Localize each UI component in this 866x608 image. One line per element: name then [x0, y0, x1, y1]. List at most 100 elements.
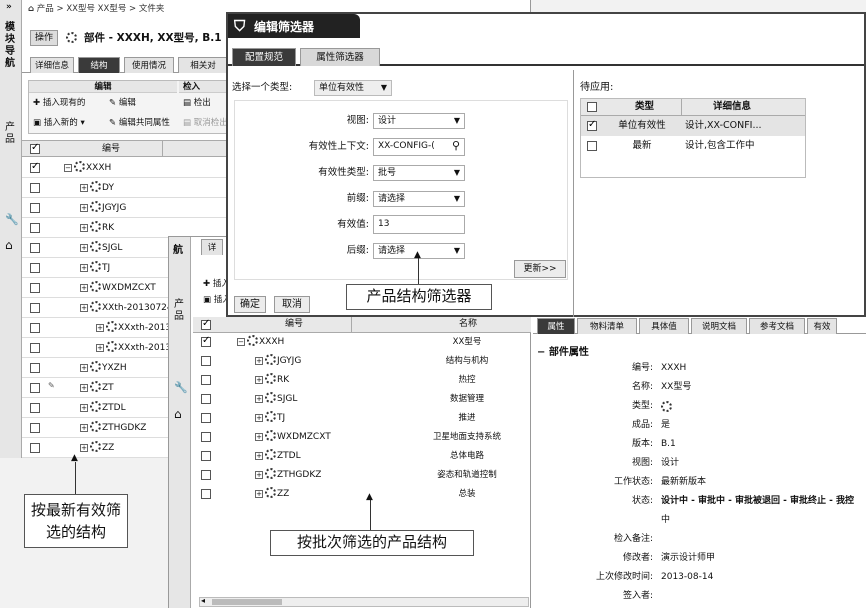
right-tab[interactable]: 参考文档	[749, 318, 805, 334]
wrench-icon[interactable]: 🔧	[5, 213, 19, 226]
prefix-select[interactable]: 请选择 ▼	[373, 191, 465, 207]
checkout-button[interactable]: ▤ 检出	[183, 96, 211, 108]
row-checkbox[interactable]	[201, 394, 211, 404]
table-row[interactable]: + ZTHGDKZ 姿态和轨道控制	[193, 466, 531, 485]
tree-node[interactable]: + JGYJG	[80, 199, 126, 217]
row-checkbox[interactable]	[201, 451, 211, 461]
expand-icon[interactable]: +	[255, 357, 263, 365]
module-nav-label[interactable]: 模块导航	[5, 22, 17, 70]
view-select[interactable]: 设计 ▼	[373, 113, 465, 129]
expand-icon[interactable]: +	[255, 471, 263, 479]
tree-node[interactable]: + YXZH	[80, 359, 127, 377]
expand-icon[interactable]: −	[237, 338, 245, 346]
home-icon[interactable]: ⌂	[5, 238, 13, 252]
breadcrumb-text[interactable]: 产品 > XX型号 XX型号 > 文件夹	[37, 4, 165, 14]
front-header-number[interactable]: 编号	[285, 317, 303, 332]
expand-icon[interactable]: +	[80, 244, 88, 252]
tree-node[interactable]: + RK	[80, 219, 114, 237]
tree-node[interactable]: + ZTDL	[80, 399, 126, 417]
tree-node[interactable]: + WXDMZCXT	[80, 279, 156, 297]
expand-icon[interactable]: +	[80, 304, 88, 312]
expand-icon[interactable]: +	[255, 433, 263, 441]
expand-icon[interactable]: +	[80, 184, 88, 192]
tab-usage[interactable]: 使用情况	[124, 57, 174, 73]
expand-icon[interactable]: +	[96, 324, 104, 332]
row-checkbox[interactable]	[30, 343, 40, 353]
front-product-label[interactable]: 产品	[174, 299, 186, 323]
row-checkbox[interactable]	[30, 283, 40, 293]
tab-attr-filter[interactable]: 属性筛选器	[300, 48, 380, 66]
pending-row[interactable]: 单位有效性 设计,XX-CONFI...	[581, 116, 805, 136]
front-hscrollbar[interactable]: ◂	[199, 596, 529, 607]
tree-node[interactable]: + ZT	[80, 379, 114, 397]
row-checkbox[interactable]	[30, 161, 40, 173]
expand-icon[interactable]: +	[255, 490, 263, 498]
tree-node[interactable]: + SJGL	[255, 390, 297, 408]
expand-icon[interactable]: +	[80, 204, 88, 212]
search-icon[interactable]: ⚲	[452, 139, 460, 153]
table-row[interactable]: + TJ 推进	[193, 409, 531, 428]
pending-select-all-checkbox[interactable]	[587, 102, 597, 112]
expand-icon[interactable]: +	[80, 284, 88, 292]
pending-row[interactable]: 最新 设计,包含工作中	[581, 136, 805, 156]
tree-node[interactable]: − XXXH	[64, 159, 111, 177]
expand-icon[interactable]: +	[255, 395, 263, 403]
row-checkbox[interactable]	[30, 303, 40, 313]
right-tab[interactable]: 有效	[807, 318, 837, 334]
tree-node[interactable]: + TJ	[255, 409, 285, 427]
tree-node[interactable]: + JGYJG	[255, 352, 301, 370]
scroll-left-icon[interactable]: ◂	[201, 596, 205, 605]
tree-node[interactable]: + ZTHGDKZ	[80, 419, 146, 437]
tree-node[interactable]: + DY	[80, 179, 114, 197]
expand-icon[interactable]: +	[80, 224, 88, 232]
row-checkbox[interactable]	[201, 356, 211, 366]
home-crumb-icon[interactable]: ⌂	[28, 4, 34, 14]
front-nav-label[interactable]: 航	[173, 241, 183, 256]
expand-icon[interactable]: +	[80, 384, 88, 392]
tab-structure[interactable]: 结构	[78, 57, 120, 73]
pending-col-detail[interactable]: 详细信息	[713, 99, 751, 115]
table-row[interactable]: + ZTDL 总体电路	[193, 447, 531, 466]
row-checkbox[interactable]	[30, 403, 40, 413]
row-checkbox[interactable]	[30, 383, 40, 393]
front-tab-detail[interactable]: 详	[201, 239, 223, 255]
table-row[interactable]: + SJGL 数据管理	[193, 390, 531, 409]
front-header-name[interactable]: 名称	[459, 317, 477, 332]
expand-icon[interactable]: −	[64, 164, 72, 172]
expand-icon[interactable]: +	[255, 452, 263, 460]
scroll-thumb[interactable]	[212, 599, 282, 605]
row-checkbox[interactable]	[201, 470, 211, 480]
tree-node[interactable]: + XXxth-20130	[96, 319, 177, 337]
more-button[interactable]: 更新>>	[514, 260, 566, 278]
tab-detail[interactable]: 详细信息	[30, 57, 74, 73]
tree-node[interactable]: + RK	[255, 371, 289, 389]
expand-icon[interactable]: +	[80, 444, 88, 452]
expand-icon[interactable]: +	[80, 404, 88, 412]
table-row[interactable]: + JGYJG 结构与机构	[193, 352, 531, 371]
row-checkbox[interactable]	[201, 375, 211, 385]
right-tab[interactable]: 具体值	[639, 318, 689, 334]
row-checkbox[interactable]	[201, 489, 211, 499]
collapse-section-icon[interactable]: −	[537, 347, 545, 358]
right-tab[interactable]: 说明文档	[691, 318, 747, 334]
row-checkbox[interactable]	[30, 223, 40, 233]
tree-node[interactable]: + ZZ	[80, 439, 114, 457]
expand-icon[interactable]: +	[80, 264, 88, 272]
operations-button[interactable]: 操作	[30, 30, 58, 46]
cancel-checkout-button[interactable]: ▤ 取消检出	[183, 116, 228, 128]
pending-col-type[interactable]: 类型	[635, 99, 654, 115]
tree-node[interactable]: + ZTDL	[255, 447, 301, 465]
table-row[interactable]: + RK 热控	[193, 371, 531, 390]
product-nav-label[interactable]: 产品	[5, 122, 17, 146]
tree-node[interactable]: − XXXH	[237, 333, 284, 351]
row-checkbox[interactable]	[201, 432, 211, 442]
tree-node[interactable]: + SJGL	[80, 239, 122, 257]
insert-new-button[interactable]: ▣ 插入新的 ▾	[33, 116, 85, 128]
row-checkbox[interactable]	[30, 263, 40, 273]
cancel-button[interactable]: 取消	[274, 296, 310, 313]
type-select[interactable]: 单位有效性 ▼	[314, 80, 392, 96]
collapse-icon[interactable]: »	[6, 2, 12, 12]
table-row[interactable]: − XXXH XX型号	[193, 333, 531, 352]
ok-button[interactable]: 确定	[234, 296, 266, 313]
expand-icon[interactable]: +	[255, 414, 263, 422]
